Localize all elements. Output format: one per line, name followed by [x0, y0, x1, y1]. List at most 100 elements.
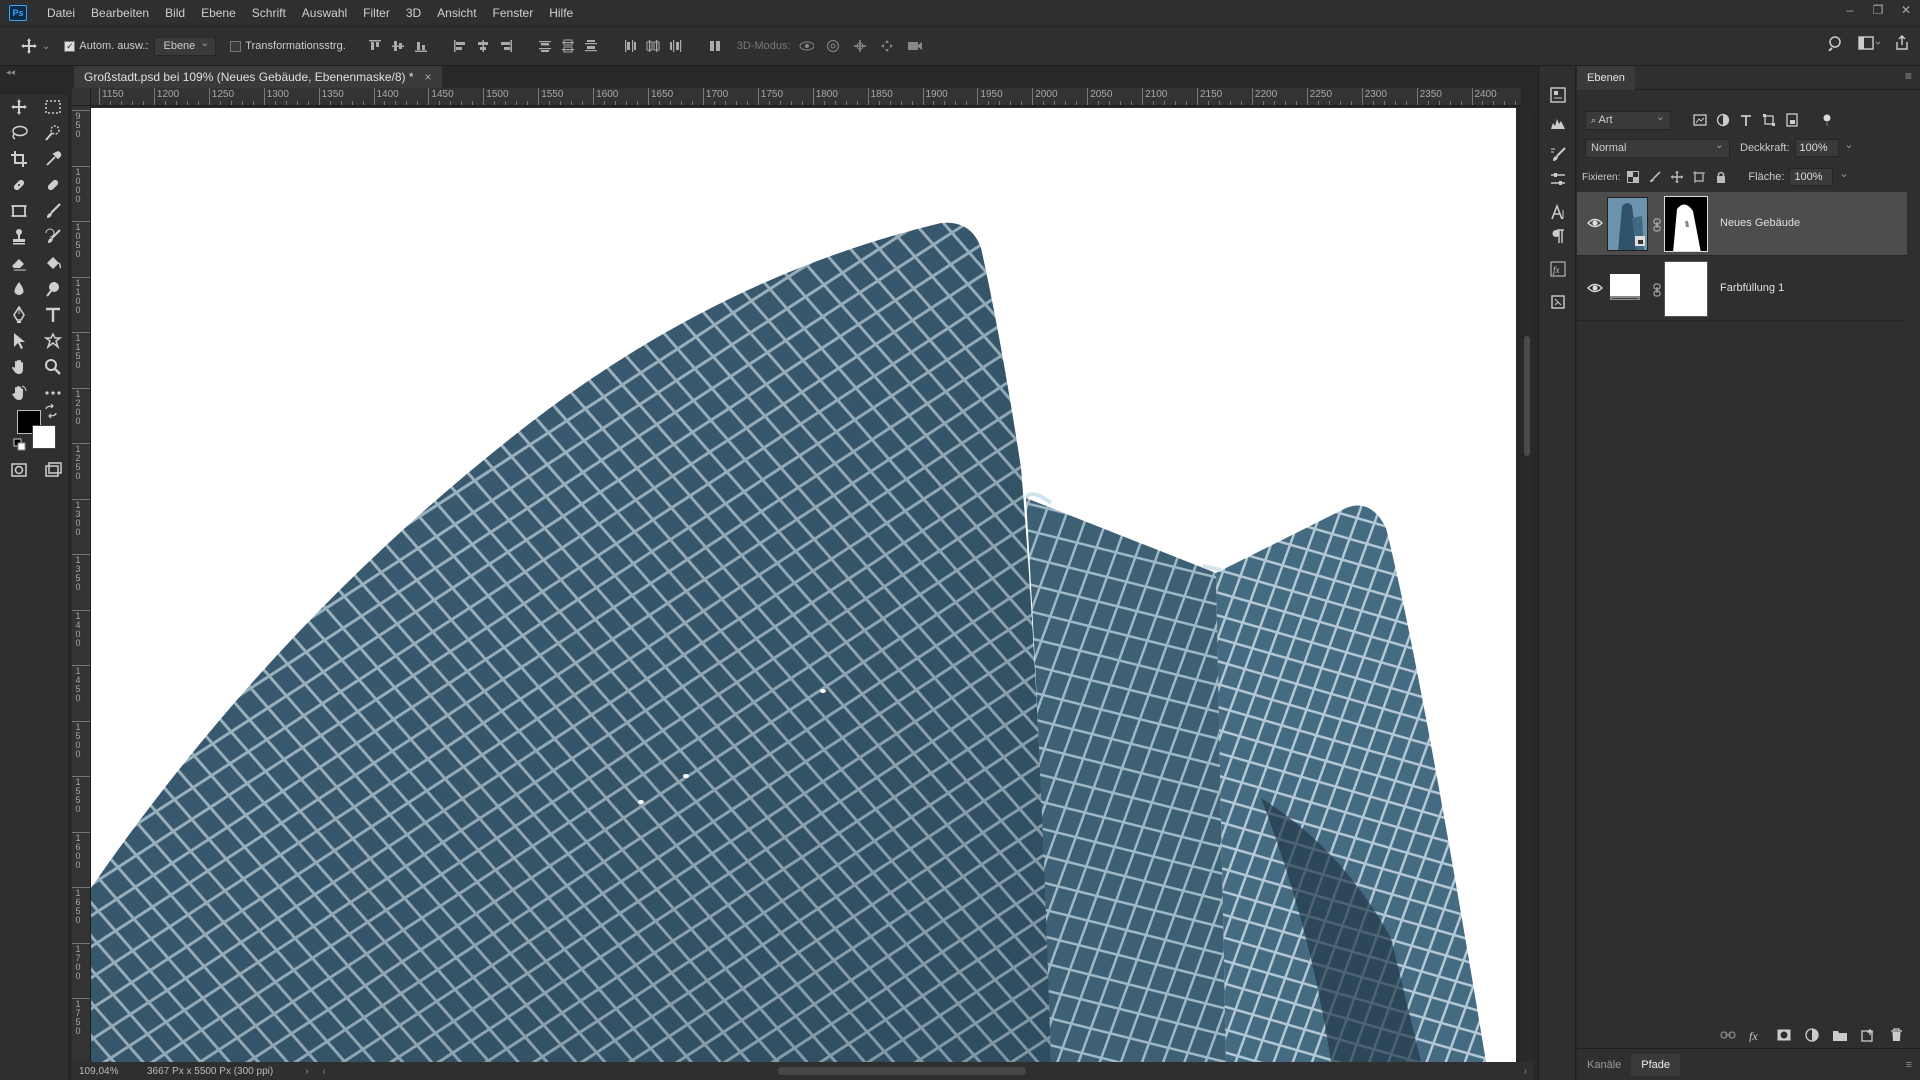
scroll-right-icon[interactable]: ›	[1524, 1066, 1527, 1077]
ruler-vertical[interactable]: 950 1000 1050 1100 1150 1200 1250 1300 1350 1400 1…	[72, 106, 91, 1062]
menu-3d[interactable]: 3D	[398, 6, 429, 20]
default-colors-icon[interactable]	[13, 438, 27, 452]
fill-input[interactable]: 100%	[1789, 166, 1848, 186]
align-top-icon[interactable]	[368, 39, 383, 53]
dodge-tool-icon[interactable]	[40, 277, 66, 301]
vertical-scrollbar[interactable]	[1521, 106, 1533, 1062]
chevron-down-icon[interactable]: ⌄	[42, 41, 50, 52]
tab-ebenen[interactable]: Ebenen	[1577, 66, 1635, 90]
frame-tool-icon[interactable]	[6, 199, 32, 223]
ruler-corner[interactable]	[72, 88, 91, 106]
paint-bucket-tool-icon[interactable]	[40, 251, 66, 275]
delete-layer-icon[interactable]	[1888, 1027, 1904, 1043]
screen-mode-icon[interactable]	[40, 458, 66, 482]
roll-3d-icon[interactable]	[826, 39, 841, 53]
layer-style-icon[interactable]: fx	[1748, 1027, 1764, 1043]
opacity-input[interactable]: 100%	[1794, 137, 1854, 157]
move-tool-icon[interactable]	[6, 95, 32, 119]
status-arrow-icon[interactable]: ›	[305, 1066, 308, 1077]
distribute-right-icon[interactable]	[669, 39, 684, 53]
layer-mask-thumbnail[interactable]	[1664, 261, 1708, 317]
new-group-icon[interactable]	[1832, 1027, 1848, 1043]
document-canvas[interactable]	[91, 108, 1516, 1062]
align-bottom-icon[interactable]	[414, 39, 429, 53]
zoom-level[interactable]: 109,04%	[79, 1066, 134, 1077]
link-layers-icon[interactable]	[1720, 1027, 1736, 1043]
close-tab-icon[interactable]: ×	[425, 66, 432, 88]
layer-name[interactable]: Farbfüllung 1	[1720, 282, 1784, 294]
lock-transparency-icon[interactable]	[1626, 170, 1640, 184]
paragraph-panel-icon[interactable]	[1548, 226, 1568, 246]
align-left-icon[interactable]	[453, 39, 468, 53]
orbit-3d-icon[interactable]	[799, 39, 814, 53]
quick-mask-icon[interactable]	[6, 458, 32, 482]
menu-schrift[interactable]: Schrift	[244, 6, 294, 20]
brush-tool-icon[interactable]	[40, 199, 66, 223]
layer-mask-thumbnail[interactable]	[1664, 196, 1708, 252]
tab-kanaele[interactable]: Kanäle	[1577, 1059, 1631, 1071]
character-panel-icon[interactable]	[1548, 202, 1568, 222]
drag-3d-icon[interactable]	[853, 39, 868, 53]
camera-3d-icon[interactable]	[907, 39, 922, 53]
layer-name[interactable]: Neues Gebäude	[1720, 217, 1800, 229]
new-layer-icon[interactable]	[1860, 1027, 1876, 1043]
slide-3d-icon[interactable]	[880, 39, 895, 53]
styles-panel-icon[interactable]: fx	[1548, 259, 1568, 279]
workspace-icon[interactable]	[1858, 35, 1881, 54]
tab-pfade[interactable]: Pfade	[1631, 1053, 1681, 1076]
panel-menu-icon[interactable]: ≡	[1905, 69, 1912, 83]
document-tab[interactable]: Großstadt.psd bei 109% (Neues Gebäude, E…	[74, 66, 442, 88]
new-adjustment-layer-icon[interactable]	[1804, 1027, 1820, 1043]
smart-object-filter-icon[interactable]	[1785, 113, 1799, 127]
brush-settings-panel-icon[interactable]	[1548, 145, 1568, 165]
horizontal-scroll-thumb[interactable]	[778, 1067, 1026, 1075]
custom-shape-tool-icon[interactable]	[40, 329, 66, 353]
hand-tool-icon[interactable]	[6, 355, 32, 379]
lock-position-icon[interactable]	[1670, 170, 1684, 184]
toolbar-collapse-icon[interactable]: ◂◂	[6, 67, 15, 78]
rotate-view-tool-icon[interactable]	[6, 381, 32, 405]
distribute-spacing-icon[interactable]	[708, 39, 723, 53]
spot-healing-tool-icon[interactable]	[6, 173, 32, 197]
minimize-button[interactable]: –	[1836, 0, 1864, 22]
distribute-hcenter-icon[interactable]	[646, 39, 661, 53]
auto-select-checkbox[interactable]: ✓ Autom. ausw.:	[64, 40, 148, 52]
canvas-area[interactable]	[91, 106, 1521, 1062]
histogram-panel-icon[interactable]	[1548, 113, 1568, 133]
type-tool-icon[interactable]	[40, 303, 66, 327]
fill-layer-thumbnail[interactable]	[1607, 262, 1648, 316]
checkbox-unchecked-icon[interactable]	[230, 40, 242, 52]
pen-tool-icon[interactable]	[6, 303, 32, 327]
menu-filter[interactable]: Filter	[355, 6, 398, 20]
menu-fenster[interactable]: Fenster	[485, 6, 542, 20]
checkbox-checked-icon[interactable]: ✓	[64, 40, 76, 52]
pixel-layer-filter-icon[interactable]	[1693, 113, 1707, 127]
menu-bearbeiten[interactable]: Bearbeiten	[83, 6, 157, 20]
zoom-tool-icon[interactable]	[40, 355, 66, 379]
visibility-eye-icon[interactable]	[1587, 281, 1603, 295]
eraser-tool-icon[interactable]	[6, 251, 32, 275]
eyedropper-tool-icon[interactable]	[40, 147, 66, 171]
path-selection-tool-icon[interactable]	[6, 329, 32, 353]
transform-panel-icon[interactable]	[1548, 292, 1568, 312]
ruler-horizontal[interactable]: 1150 1200 1250 1300 1350 1400 1450 1500 1550 1600…	[91, 88, 1521, 106]
distribute-bottom-icon[interactable]	[584, 39, 599, 53]
panel-menu-icon[interactable]: ≡	[1906, 1059, 1912, 1071]
layer-row-farbfuellung[interactable]: Farbfüllung 1	[1577, 257, 1907, 321]
filter-toggle-icon[interactable]	[1820, 113, 1834, 127]
distribute-top-icon[interactable]	[538, 39, 553, 53]
menu-hilfe[interactable]: Hilfe	[541, 6, 581, 20]
blend-mode-dropdown[interactable]: Normal	[1585, 137, 1730, 158]
properties-panel-icon[interactable]	[1548, 85, 1568, 105]
distribute-left-icon[interactable]	[623, 39, 638, 53]
align-hcenter-icon[interactable]	[476, 39, 491, 53]
patch-tool-icon[interactable]	[40, 173, 66, 197]
swap-colors-icon[interactable]	[44, 403, 58, 419]
scroll-left-icon[interactable]: ‹	[323, 1066, 326, 1077]
distribute-vcenter-icon[interactable]	[561, 39, 576, 53]
mask-link-icon[interactable]	[1653, 218, 1661, 232]
menu-auswahl[interactable]: Auswahl	[294, 6, 355, 20]
quick-selection-tool-icon[interactable]	[40, 121, 66, 145]
adjustments-panel-icon[interactable]	[1548, 169, 1568, 189]
search-icon[interactable]	[1828, 35, 1844, 54]
